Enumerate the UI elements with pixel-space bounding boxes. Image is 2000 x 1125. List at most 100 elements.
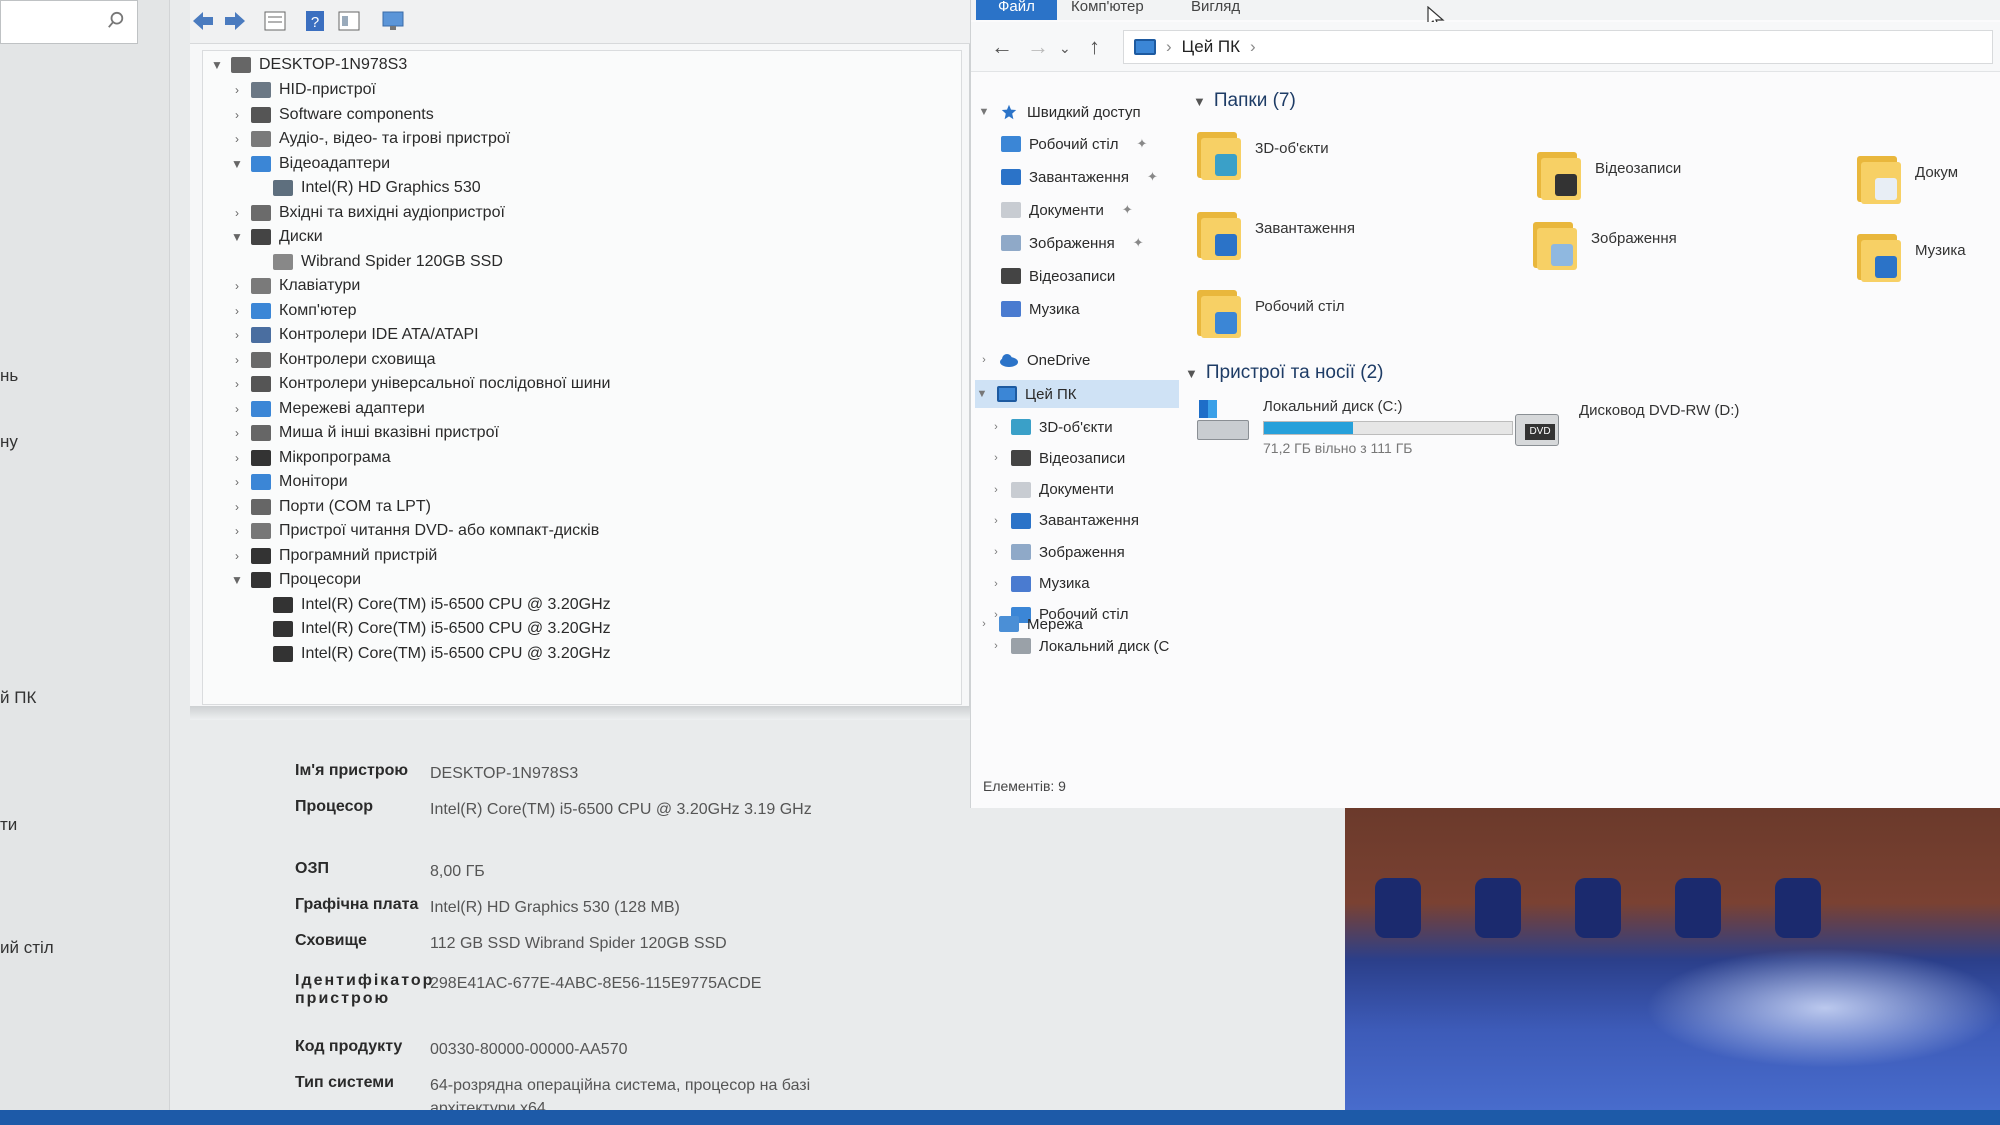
folder-tile[interactable]: Відеозаписи xyxy=(1537,148,1681,200)
device-tree-category[interactable]: › Порти (COM та LPT) xyxy=(229,495,431,519)
address-input[interactable]: › Цей ПК › xyxy=(1123,30,1993,64)
nav-pc-item[interactable]: › Зображення xyxy=(989,538,1125,566)
nav-network[interactable]: › Мережа xyxy=(977,610,1083,638)
devices-group-header[interactable]: ▼ Пристрої та носії (2) xyxy=(1185,362,1384,384)
nav-pc-item[interactable]: › Документи xyxy=(989,476,1114,504)
nav-pc-item[interactable]: › 3D-об'єкти xyxy=(989,413,1112,441)
forward-icon[interactable]: → xyxy=(1027,34,1049,60)
device-tree-category[interactable]: › Монітори xyxy=(229,470,348,494)
folder-tile[interactable]: 3D-об'єкти xyxy=(1197,128,1329,180)
chevron-right-icon[interactable]: › xyxy=(229,549,245,563)
folder-tile[interactable]: Завантаження xyxy=(1197,208,1355,260)
chevron-right-icon[interactable]: › xyxy=(229,353,245,367)
folder-tile[interactable]: Зображення xyxy=(1533,218,1677,270)
recent-chevron-icon[interactable]: ⌄ xyxy=(1059,40,1071,57)
device-tree-category[interactable]: › Контролери універсальної послідовної ши… xyxy=(229,372,610,396)
chevron-right-icon[interactable]: › xyxy=(229,206,245,220)
pin-icon[interactable]: ✦ xyxy=(1137,136,1148,152)
device-tree-category[interactable]: › Контролери сховища xyxy=(229,348,436,372)
device-tree-category[interactable]: › Вхідні та вихідні аудіопристрої xyxy=(229,201,505,225)
pin-icon[interactable]: ✦ xyxy=(1122,202,1133,218)
tab-view[interactable]: Вигляд xyxy=(1191,0,1240,20)
folder-tile[interactable]: Музика xyxy=(1857,230,1966,282)
chevron-right-icon[interactable]: › xyxy=(229,500,245,514)
chevron-right-icon[interactable]: › xyxy=(229,83,245,97)
chevron-right-icon[interactable]: › xyxy=(989,546,1003,558)
nav-this-pc[interactable]: ▼ Цей ПК xyxy=(975,380,1179,408)
chevron-down-icon[interactable]: ▼ xyxy=(1185,366,1198,381)
spec-value[interactable]: DESKTOP-1N978S3 xyxy=(430,762,860,785)
monitor-icon[interactable] xyxy=(380,8,406,34)
address-location[interactable]: Цей ПК xyxy=(1182,37,1240,57)
tree-root[interactable]: ▼ DESKTOP-1N978S3 xyxy=(209,53,407,77)
spec-value[interactable]: 8,00 ГБ xyxy=(430,860,860,883)
properties-icon[interactable] xyxy=(262,8,288,34)
sidebar-item-fragment[interactable]: ну xyxy=(0,432,18,452)
device-tree-category[interactable]: ▼ Відеоадаптери xyxy=(229,152,390,176)
chevron-down-icon[interactable]: ▼ xyxy=(229,573,245,587)
device-tree-category[interactable]: › HID-пристрої xyxy=(229,78,376,102)
chevron-right-icon[interactable]: › xyxy=(989,421,1003,433)
chevron-right-icon[interactable]: › xyxy=(229,132,245,146)
tab-computer[interactable]: Комп'ютер xyxy=(1071,0,1144,20)
chevron-down-icon[interactable]: ▼ xyxy=(975,388,989,400)
chevron-down-icon[interactable]: ▼ xyxy=(229,230,245,244)
nav-quick-item[interactable]: Музика xyxy=(1001,295,1080,323)
nav-pc-item[interactable]: › Музика xyxy=(989,570,1090,598)
device-tree-child[interactable]: Intel(R) Core(TM) i5-6500 CPU @ 3.20GHz xyxy=(273,593,611,617)
nav-quick-item[interactable]: Відеозаписи xyxy=(1001,262,1115,290)
device-tree-category[interactable]: › Миша й інші вказівні пристрої xyxy=(229,421,499,445)
chevron-right-icon[interactable]: › xyxy=(989,578,1003,590)
nav-quick-access[interactable]: ▼ Швидкий доступ xyxy=(977,98,1141,126)
nav-quick-item[interactable]: Документи ✦ xyxy=(1001,196,1133,224)
nav-onedrive[interactable]: › OneDrive xyxy=(977,346,1090,374)
device-tree-child[interactable]: Intel(R) Core(TM) i5-6500 CPU @ 3.20GHz xyxy=(273,617,611,641)
nav-quick-item[interactable]: Робочий стіл ✦ xyxy=(1001,130,1147,158)
device-tree-category[interactable]: › Аудіо-, відео- та ігрові пристрої xyxy=(229,127,510,151)
view-icon[interactable] xyxy=(336,8,362,34)
chevron-right-icon[interactable]: › xyxy=(989,484,1003,496)
spec-value[interactable]: 112 GB SSD Wibrand Spider 120GB SSD xyxy=(430,932,860,955)
chevron-right-icon[interactable]: › xyxy=(229,108,245,122)
chevron-right-icon[interactable]: › xyxy=(229,475,245,489)
folders-group-header[interactable]: ▼ Папки (7) xyxy=(1193,90,1296,112)
chevron-right-icon[interactable]: › xyxy=(229,279,245,293)
help-icon[interactable]: ? xyxy=(302,8,328,34)
chevron-right-icon[interactable]: › xyxy=(229,451,245,465)
nav-pc-item[interactable]: › Відеозаписи xyxy=(989,444,1125,472)
device-tree-child[interactable]: Wibrand Spider 120GB SSD xyxy=(273,250,503,274)
sidebar-item-fragment[interactable]: й ПК xyxy=(0,688,36,708)
pin-icon[interactable]: ✦ xyxy=(1147,169,1158,185)
chevron-right-icon[interactable]: › xyxy=(977,354,991,366)
tab-file[interactable]: Файл xyxy=(976,0,1057,20)
device-tree-category[interactable]: › Мережеві адаптери xyxy=(229,397,425,421)
nav-quick-item[interactable]: Завантаження ✦ xyxy=(1001,163,1158,191)
device-tree-category[interactable]: › Комп'ютер xyxy=(229,299,357,323)
chevron-down-icon[interactable]: ▼ xyxy=(1193,94,1206,109)
device-tree-category[interactable]: › Контролери IDE ATA/ATAPI xyxy=(229,323,479,347)
nav-pc-item[interactable]: › Завантаження xyxy=(989,507,1139,535)
device-tree-child[interactable]: Intel(R) HD Graphics 530 xyxy=(273,176,481,200)
chevron-right-icon[interactable]: › xyxy=(229,524,245,538)
chevron-down-icon[interactable]: ▼ xyxy=(229,157,245,171)
chevron-right-icon[interactable]: › xyxy=(989,640,1003,652)
device-tree-category[interactable]: › Software components xyxy=(229,103,434,127)
sidebar-item-fragment[interactable]: нь xyxy=(0,366,18,386)
device-tree-category[interactable]: ▼ Диски xyxy=(229,225,323,249)
device-tree[interactable]: ▼ DESKTOP-1N978S3 › HID-пристрої › Software… xyxy=(202,50,962,705)
spec-value[interactable]: 00330-80000-00000-AA570 xyxy=(430,1038,860,1061)
chevron-down-icon[interactable]: ▼ xyxy=(209,58,225,72)
drive-d[interactable]: DVD Дисковод DVD-RW (D:) xyxy=(1511,402,1739,450)
chevron-down-icon[interactable]: ▼ xyxy=(977,106,991,118)
forward-arrow-icon[interactable] xyxy=(222,8,248,34)
nav-quick-item[interactable]: Зображення ✦ xyxy=(1001,229,1144,257)
chevron-right-icon[interactable]: › xyxy=(977,618,991,630)
chevron-right-icon[interactable]: › xyxy=(989,515,1003,527)
device-tree-child[interactable]: Intel(R) Core(TM) i5-6500 CPU @ 3.20GHz xyxy=(273,642,611,666)
folder-tile[interactable]: Робочий стіл xyxy=(1197,286,1345,338)
spec-value[interactable]: Intel(R) Core(TM) i5-6500 CPU @ 3.20GHz … xyxy=(430,798,860,821)
back-icon[interactable]: ← xyxy=(991,34,1013,60)
up-icon[interactable]: ↑ xyxy=(1089,34,1100,60)
device-tree-category[interactable]: › Мікропрограма xyxy=(229,446,391,470)
device-tree-category[interactable]: ▼ Процесори xyxy=(229,568,361,592)
